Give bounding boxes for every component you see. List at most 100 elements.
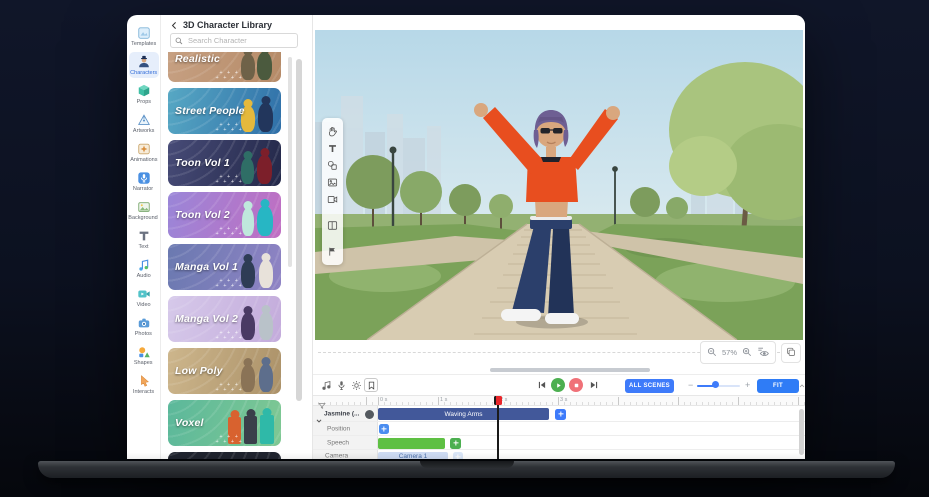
pack-art [257, 52, 272, 80]
play-button[interactable] [551, 378, 565, 392]
add-animation-button[interactable] [555, 409, 566, 420]
stop-button[interactable] [569, 378, 583, 392]
track-row-speech: Speech [313, 436, 805, 450]
playback-bar: ALL SCENES − + FIT [313, 374, 805, 395]
pack-list-scrollbar[interactable] [288, 57, 292, 267]
pack-card-toon-vol-2[interactable]: Toon Vol 2 [168, 192, 281, 238]
video-icon [137, 287, 151, 301]
pack-art [244, 416, 257, 444]
pack-art [241, 313, 255, 340]
sidebar-item-video[interactable]: Video [129, 284, 159, 310]
playhead[interactable] [497, 396, 499, 459]
pack-card-voxel[interactable]: Voxel [168, 400, 281, 446]
sidebar-item-characters[interactable]: Characters [129, 52, 159, 78]
sidebar-item-background[interactable]: Background [129, 197, 159, 223]
zoom-in-icon[interactable] [742, 344, 752, 362]
sidebar-item-label: Photos [135, 331, 152, 337]
zoom-out-icon[interactable] [707, 344, 717, 362]
zoom-level: 57% [722, 348, 737, 357]
hand-tool-icon[interactable] [324, 123, 341, 140]
video-tool-icon[interactable] [324, 191, 341, 208]
pack-card-street-people[interactable]: Street People [168, 88, 281, 134]
sidebar-item-props[interactable]: Props [129, 81, 159, 107]
search-icon [175, 32, 183, 50]
shapes-tool-icon[interactable] [324, 157, 341, 174]
sidebar-item-label: Shapes [134, 360, 153, 366]
panel-scrollbar[interactable] [296, 59, 302, 401]
pack-art [259, 260, 273, 288]
pack-art [241, 365, 255, 392]
canvas-horizontal-scrollbar[interactable] [490, 368, 650, 372]
add-speech-button[interactable] [450, 438, 461, 449]
sidebar-item-label: Background [129, 215, 158, 221]
timeline-zoom-in[interactable]: + [745, 378, 750, 392]
main-sidebar: Templates Characters Props Artworks Anim… [127, 15, 161, 459]
sidebar-item-photos[interactable]: Photos [129, 313, 159, 339]
sidebar-item-text[interactable]: Text [129, 226, 159, 252]
timeline-zoom-handle[interactable] [712, 381, 719, 388]
laptop-notch [420, 461, 514, 468]
track-name: Speech [327, 439, 349, 446]
pack-card-partial[interactable] [168, 452, 281, 459]
collapse-timeline-icon[interactable] [795, 379, 805, 393]
timeline-zoom-out[interactable]: − [688, 378, 693, 392]
sidebar-item-narrator[interactable]: Narrator [129, 168, 159, 194]
sidebar-item-interacts[interactable]: Interacts [129, 371, 159, 397]
editor-canvas-area: 57% ALL SCENES − [313, 15, 805, 459]
animation-clip[interactable]: Waving Arms [378, 408, 549, 420]
sidebar-item-templates[interactable]: Templates [129, 23, 159, 49]
all-scenes-button[interactable]: ALL SCENES [625, 379, 674, 393]
camera-clip[interactable]: Camera 1 [378, 452, 448, 460]
sidebar-item-artworks[interactable]: Artworks [129, 110, 159, 136]
scene-3d-preview[interactable] [315, 30, 803, 340]
sidebar-item-audio[interactable]: Audio [129, 255, 159, 281]
pack-label: Street People [175, 105, 245, 117]
skip-end-button[interactable] [587, 378, 601, 392]
sidebar-item-label: Templates [131, 41, 156, 47]
track-name: Position [327, 425, 350, 432]
search-box [170, 33, 298, 48]
pack-label: Voxel [175, 417, 204, 429]
bookmark-icon[interactable] [364, 378, 378, 392]
artworks-icon [137, 113, 151, 127]
sidebar-item-label: Animations [130, 157, 157, 163]
pack-label: Toon Vol 2 [175, 209, 230, 221]
pack-label: Low Poly [175, 365, 223, 377]
scenes-panel-icon[interactable] [324, 217, 341, 234]
music-icon[interactable] [319, 378, 333, 392]
shapes-icon [137, 345, 151, 359]
fit-button[interactable]: FIT [757, 379, 799, 393]
skip-start-button[interactable] [535, 378, 549, 392]
timeline-ruler[interactable]: 0 s 1 s 2 s 3 s [313, 396, 805, 406]
sidebar-item-shapes[interactable]: Shapes [129, 342, 159, 368]
add-position-button[interactable] [379, 424, 389, 434]
duplicate-view-button[interactable] [781, 343, 801, 363]
pack-card-low-poly[interactable]: Low Poly [168, 348, 281, 394]
sidebar-item-label: Artworks [133, 128, 154, 134]
timeline: 0 s 1 s 2 s 3 s Jasmine (... Waving Arms [313, 395, 805, 459]
visibility-icon[interactable] [757, 344, 769, 362]
brightness-icon[interactable] [349, 378, 363, 392]
pack-card-manga-vol-1[interactable]: Manga Vol 1 [168, 244, 281, 290]
sidebar-item-label: Props [136, 99, 150, 105]
animations-icon [137, 142, 151, 156]
image-tool-icon[interactable] [324, 174, 341, 191]
timeline-vertical-scrollbar[interactable] [799, 409, 804, 455]
flag-tool-icon[interactable] [324, 243, 341, 260]
sidebar-item-label: Narrator [133, 186, 153, 192]
pack-card-toon-vol-1[interactable]: Toon Vol 1 [168, 140, 281, 186]
speech-clip[interactable] [378, 438, 445, 449]
pack-card-realistic[interactable]: Realistic [168, 52, 281, 82]
back-button[interactable] [168, 19, 180, 31]
microphone-icon[interactable] [334, 378, 348, 392]
playhead-handle[interactable] [494, 396, 502, 405]
pack-art [257, 206, 273, 236]
add-camera-button[interactable] [453, 452, 463, 460]
props-icon [137, 84, 151, 98]
track-toggle-button[interactable] [365, 410, 374, 419]
pack-card-manga-vol-2[interactable]: Manga Vol 2 [168, 296, 281, 342]
search-input[interactable] [186, 35, 293, 46]
canvas-toolbar [322, 118, 343, 265]
sidebar-item-animations[interactable]: Animations [129, 139, 159, 165]
text-tool-icon[interactable] [324, 140, 341, 157]
